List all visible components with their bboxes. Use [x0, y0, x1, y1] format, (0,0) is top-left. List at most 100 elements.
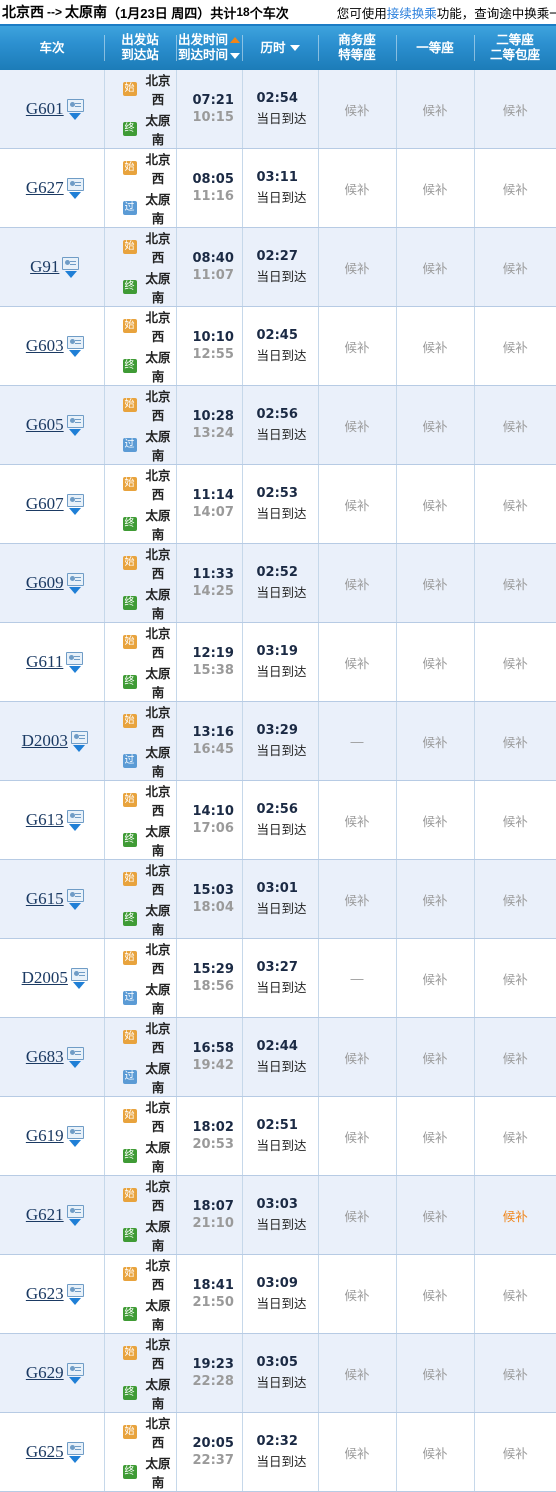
- train-no-cell[interactable]: G601: [0, 70, 105, 149]
- first-class-cell[interactable]: 候补: [396, 148, 475, 228]
- business-class-cell[interactable]: —: [318, 938, 397, 1018]
- sort-descending-icon[interactable]: [289, 45, 300, 52]
- train-no-cell[interactable]: G603: [0, 306, 105, 386]
- train-no-link[interactable]: G627: [26, 178, 64, 198]
- business-class-cell[interactable]: 候补: [318, 622, 397, 702]
- business-class-cell[interactable]: 候补: [318, 148, 397, 228]
- second-class-cell[interactable]: 候补: [474, 1333, 556, 1413]
- sort-ascending-icon[interactable]: [230, 36, 240, 43]
- id-card-icon[interactable]: [70, 967, 88, 981]
- chevron-down-icon[interactable]: [69, 586, 82, 594]
- chevron-down-icon[interactable]: [69, 1139, 82, 1147]
- table-row[interactable]: G615 始 北京西 终 太原南 15:03 18:04 03:01 当日到达 …: [0, 859, 556, 939]
- id-card-icon[interactable]: [66, 572, 84, 586]
- business-class-cell[interactable]: 候补: [318, 1175, 397, 1255]
- train-no-link[interactable]: G607: [26, 494, 64, 514]
- id-card-icon[interactable]: [66, 809, 84, 823]
- chevron-down-icon[interactable]: [68, 665, 81, 673]
- business-class-cell[interactable]: 候补: [318, 227, 397, 307]
- first-class-cell[interactable]: 候补: [396, 701, 475, 781]
- business-class-cell[interactable]: 候补: [318, 859, 397, 939]
- second-class-cell[interactable]: 候补: [474, 1175, 556, 1255]
- train-no-cell[interactable]: G619: [0, 1096, 105, 1176]
- train-no-cell[interactable]: G607: [0, 464, 105, 544]
- id-card-icon[interactable]: [66, 1125, 84, 1139]
- train-no-link[interactable]: G619: [26, 1126, 64, 1146]
- second-class-cell[interactable]: 候补: [474, 70, 556, 149]
- chevron-down-icon[interactable]: [69, 507, 82, 515]
- second-class-cell[interactable]: 候补: [474, 859, 556, 939]
- table-row[interactable]: G607 始 北京西 终 太原南 11:14 14:07 02:53 当日到达 …: [0, 464, 556, 544]
- first-class-cell[interactable]: 候补: [396, 306, 475, 386]
- col-header-times[interactable]: 出发时间 到达时间: [176, 26, 242, 70]
- train-no-link[interactable]: G625: [26, 1442, 64, 1462]
- train-no-link[interactable]: G613: [26, 810, 64, 830]
- train-no-cell[interactable]: G621: [0, 1175, 105, 1255]
- first-class-cell[interactable]: 候补: [396, 622, 475, 702]
- second-class-cell[interactable]: 候补: [474, 701, 556, 781]
- chevron-down-icon[interactable]: [69, 112, 82, 120]
- col-header-duration[interactable]: 历时: [242, 26, 318, 70]
- chevron-down-icon[interactable]: [69, 1455, 82, 1463]
- transfer-link[interactable]: 接续换乘: [387, 7, 437, 21]
- table-row[interactable]: G629 始 北京西 终 太原南 19:23 22:28 03:05 当日到达 …: [0, 1333, 556, 1413]
- second-class-cell[interactable]: 候补: [474, 148, 556, 228]
- id-card-icon[interactable]: [66, 888, 84, 902]
- id-card-icon[interactable]: [66, 335, 84, 349]
- id-card-icon[interactable]: [66, 1204, 84, 1218]
- col-header-second-class[interactable]: 二等座 二等包座: [474, 26, 556, 70]
- second-class-cell[interactable]: 候补: [474, 464, 556, 544]
- id-card-icon[interactable]: [66, 98, 84, 112]
- train-no-cell[interactable]: D2005: [0, 938, 105, 1018]
- chevron-down-icon[interactable]: [69, 428, 82, 436]
- business-class-cell[interactable]: 候补: [318, 306, 397, 386]
- first-class-cell[interactable]: 候补: [396, 385, 475, 465]
- business-class-cell[interactable]: 候补: [318, 385, 397, 465]
- second-class-cell[interactable]: 候补: [474, 622, 556, 702]
- train-no-link[interactable]: G623: [26, 1284, 64, 1304]
- second-class-cell[interactable]: 候补: [474, 227, 556, 307]
- chevron-down-icon[interactable]: [69, 823, 82, 831]
- train-no-link[interactable]: G629: [26, 1363, 64, 1383]
- col-header-first-class[interactable]: 一等座: [396, 26, 474, 70]
- sort-descending-icon[interactable]: [230, 52, 240, 59]
- train-no-cell[interactable]: G683: [0, 1017, 105, 1097]
- table-row[interactable]: D2003 始 北京西 过 太原南 13:16 16:45 03:29 当日到达…: [0, 701, 556, 781]
- chevron-down-icon[interactable]: [69, 1297, 82, 1305]
- train-no-cell[interactable]: G623: [0, 1254, 105, 1334]
- chevron-down-icon[interactable]: [69, 1218, 82, 1226]
- second-class-cell[interactable]: 候补: [474, 385, 556, 465]
- chevron-down-icon[interactable]: [73, 744, 86, 752]
- second-class-cell[interactable]: 候补: [474, 1254, 556, 1334]
- table-row[interactable]: G601 始 北京西 终 太原南 07:21 10:15 02:54 当日到达 …: [0, 70, 556, 149]
- first-class-cell[interactable]: 候补: [396, 1175, 475, 1255]
- first-class-cell[interactable]: 候补: [396, 1254, 475, 1334]
- train-no-cell[interactable]: G91: [0, 227, 105, 307]
- train-no-link[interactable]: G609: [26, 573, 64, 593]
- second-class-cell[interactable]: 候补: [474, 1412, 556, 1492]
- business-class-cell[interactable]: —: [318, 701, 397, 781]
- table-row[interactable]: G609 始 北京西 终 太原南 11:33 14:25 02:52 当日到达 …: [0, 543, 556, 623]
- first-class-cell[interactable]: 候补: [396, 70, 475, 149]
- second-class-cell[interactable]: 候补: [474, 780, 556, 860]
- train-no-cell[interactable]: G613: [0, 780, 105, 860]
- train-no-link[interactable]: G605: [26, 415, 64, 435]
- second-class-cell[interactable]: 候补: [474, 306, 556, 386]
- business-class-cell[interactable]: 候补: [318, 1254, 397, 1334]
- chevron-down-icon[interactable]: [64, 270, 77, 278]
- id-card-icon[interactable]: [66, 1362, 84, 1376]
- id-card-icon[interactable]: [62, 256, 80, 270]
- train-no-link[interactable]: G603: [26, 336, 64, 356]
- train-no-link[interactable]: G615: [26, 889, 64, 909]
- first-class-cell[interactable]: 候补: [396, 1412, 475, 1492]
- first-class-cell[interactable]: 候补: [396, 1096, 475, 1176]
- first-class-cell[interactable]: 候补: [396, 1017, 475, 1097]
- chevron-down-icon[interactable]: [69, 1376, 82, 1384]
- first-class-cell[interactable]: 候补: [396, 1333, 475, 1413]
- second-class-cell[interactable]: 候补: [474, 1017, 556, 1097]
- id-card-icon[interactable]: [66, 414, 84, 428]
- table-row[interactable]: G603 始 北京西 终 太原南 10:10 12:55 02:45 当日到达 …: [0, 306, 556, 386]
- business-class-cell[interactable]: 候补: [318, 1333, 397, 1413]
- table-row[interactable]: G91 始 北京西 终 太原南 08:40 11:07 02:27 当日到达 候…: [0, 227, 556, 307]
- business-class-cell[interactable]: 候补: [318, 780, 397, 860]
